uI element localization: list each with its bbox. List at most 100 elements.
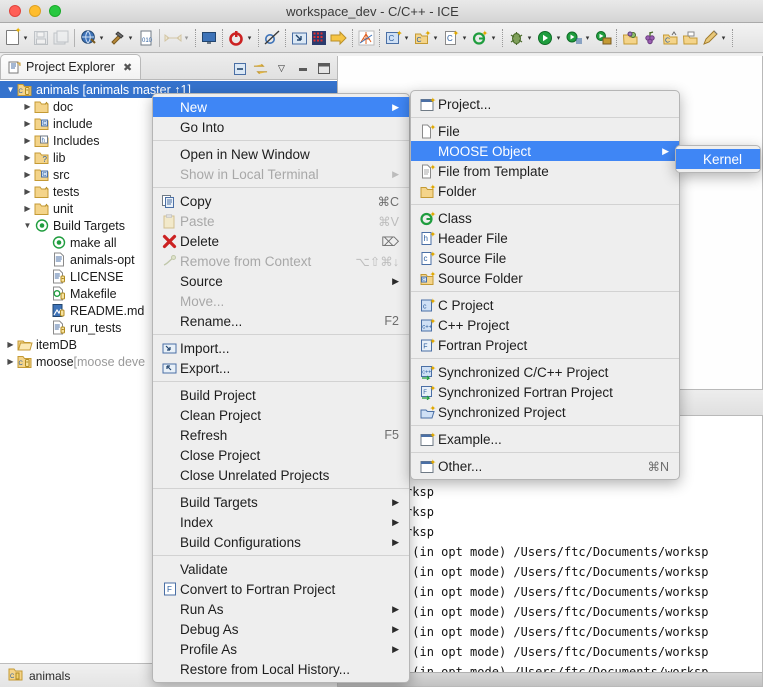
menu-item[interactable]: ✦ Class: [411, 208, 679, 228]
twisty-collapsed-icon[interactable]: ▶: [4, 357, 17, 366]
run-last-button[interactable]: ▾: [564, 26, 593, 50]
link-with-editor-icon[interactable]: [253, 61, 268, 76]
search-pencil-button[interactable]: ▾: [700, 26, 729, 50]
new-submenu[interactable]: ✦ Project... ✦ File MOOSE Object ▶ ✦ File from …: [410, 90, 680, 480]
menu-item[interactable]: Export...: [153, 358, 409, 378]
grid-button[interactable]: [309, 26, 329, 50]
twisty-collapsed-icon[interactable]: ▶: [4, 340, 17, 349]
perspective-grape-button[interactable]: [640, 26, 660, 50]
menu-item[interactable]: Index ▶: [153, 512, 409, 532]
import-marker-button[interactable]: [289, 26, 309, 50]
menu-item[interactable]: c++ ✦ C++ Project: [411, 315, 679, 335]
project-context-menu[interactable]: New ▶ Go Into Open in New Window Show in Loc…: [152, 93, 410, 683]
twisty-collapsed-icon[interactable]: ▶: [21, 136, 34, 145]
binary-doc-button[interactable]: 010: [136, 26, 156, 50]
chevron-down-icon[interactable]: ▾: [182, 29, 191, 47]
menu-item[interactable]: Paste ⌘V: [153, 211, 409, 231]
menu-item[interactable]: ✦ Other... ⌘N: [411, 456, 679, 476]
twisty-collapsed-icon[interactable]: ▶: [21, 119, 34, 128]
menu-item[interactable]: ✦ Synchronized Project: [411, 402, 679, 422]
menu-item[interactable]: c ✦ C Project: [411, 295, 679, 315]
menu-item[interactable]: ✦ Example...: [411, 429, 679, 449]
view-menu-icon[interactable]: ▽: [274, 61, 289, 76]
menu-item[interactable]: Copy ⌘C: [153, 191, 409, 211]
menu-item[interactable]: Close Project: [153, 445, 409, 465]
menu-item[interactable]: c ✦ Source Folder: [411, 268, 679, 288]
menu-item[interactable]: ✦ File: [411, 121, 679, 141]
twisty-expanded-icon[interactable]: ▼: [21, 221, 34, 230]
toggle-marker-button[interactable]: ▾: [163, 26, 192, 50]
menu-item[interactable]: ✦ File from Template: [411, 161, 679, 181]
menu-item[interactable]: MOOSE Object ▶: [411, 141, 679, 161]
menu-item[interactable]: Run As ▶: [153, 599, 409, 619]
menu-item[interactable]: Kernel: [676, 149, 760, 169]
twisty-collapsed-icon[interactable]: ▶: [21, 102, 34, 111]
perspective-c-button[interactable]: C: [660, 26, 680, 50]
twisty-collapsed-icon[interactable]: ▶: [21, 204, 34, 213]
menu-item[interactable]: Validate: [153, 559, 409, 579]
new-c-folder-button[interactable]: C ✦ ▾: [412, 26, 441, 50]
menu-item[interactable]: Build Project: [153, 385, 409, 405]
menu-item[interactable]: Go Into: [153, 117, 409, 137]
external-tools-button[interactable]: [593, 26, 613, 50]
new-wizard-button[interactable]: ▾: [2, 26, 31, 50]
chevron-down-icon[interactable]: ▾: [126, 29, 135, 47]
twisty-expanded-icon[interactable]: ▼: [4, 85, 17, 94]
menu-item[interactable]: F Convert to Fortran Project: [153, 579, 409, 599]
run-button[interactable]: ▾: [535, 26, 564, 50]
menu-item[interactable]: New ▶: [153, 97, 409, 117]
menu-item[interactable]: ✦ Project...: [411, 94, 679, 114]
menu-item[interactable]: Close Unrelated Projects: [153, 465, 409, 485]
twisty-collapsed-icon[interactable]: ▶: [21, 170, 34, 179]
menu-item[interactable]: Build Configurations ▶: [153, 532, 409, 552]
save-button[interactable]: [31, 26, 51, 50]
chevron-down-icon[interactable]: ▾: [97, 29, 106, 47]
new-class-button[interactable]: ✦ ▾: [470, 26, 499, 50]
save-all-button[interactable]: [51, 26, 71, 50]
skip-breakpoints-button[interactable]: ▾: [226, 26, 255, 50]
chevron-down-icon[interactable]: ▾: [583, 29, 592, 47]
menu-item[interactable]: Import...: [153, 338, 409, 358]
chevron-down-icon[interactable]: ▾: [21, 29, 30, 47]
new-c-file-button[interactable]: C ✦ ▾: [441, 26, 470, 50]
collapse-all-icon[interactable]: [232, 61, 247, 76]
build-all-button[interactable]: ▾: [78, 26, 107, 50]
chevron-down-icon[interactable]: ▾: [489, 29, 498, 47]
menu-item[interactable]: Move...: [153, 291, 409, 311]
twisty-collapsed-icon[interactable]: ▶: [21, 153, 34, 162]
chevron-down-icon[interactable]: ▾: [525, 29, 534, 47]
tab-project-explorer[interactable]: Project Explorer ✖: [0, 54, 142, 79]
menu-item[interactable]: h ✦ Header File: [411, 228, 679, 248]
main-toolbar[interactable]: ▾ ▾ ▾ 010: [0, 23, 763, 53]
debug-button[interactable]: ▾: [506, 26, 535, 50]
menu-item[interactable]: Refresh F5: [153, 425, 409, 445]
minimize-icon[interactable]: [295, 61, 310, 76]
moose-object-submenu[interactable]: Kernel: [675, 145, 761, 173]
chevron-down-icon[interactable]: ▾: [402, 29, 411, 47]
new-c-project-button[interactable]: C✦ ▾: [383, 26, 412, 50]
chevron-down-icon[interactable]: ▾: [554, 29, 563, 47]
chevron-down-icon[interactable]: ▾: [431, 29, 440, 47]
disable-breakpoint-button[interactable]: [262, 26, 282, 50]
menu-item[interactable]: Restore from Local History...: [153, 659, 409, 679]
menu-item[interactable]: Build Targets ▶: [153, 492, 409, 512]
next-annotation-button[interactable]: [329, 26, 349, 50]
build-button[interactable]: ▾: [107, 26, 136, 50]
perspective-box-button[interactable]: [680, 26, 700, 50]
menu-item[interactable]: F ✦ Synchronized Fortran Project: [411, 382, 679, 402]
menu-item[interactable]: Clean Project: [153, 405, 409, 425]
open-perspective-button[interactable]: [620, 26, 640, 50]
chevron-down-icon[interactable]: ▾: [460, 29, 469, 47]
menu-item[interactable]: ✦ Folder: [411, 181, 679, 201]
menu-item[interactable]: Show in Local Terminal ▶: [153, 164, 409, 184]
menu-item[interactable]: Source ▶: [153, 271, 409, 291]
menu-item[interactable]: F ✦ Fortran Project: [411, 335, 679, 355]
close-icon[interactable]: ✖: [123, 61, 132, 74]
menu-item[interactable]: Debug As ▶: [153, 619, 409, 639]
menu-item[interactable]: Delete ⌦: [153, 231, 409, 251]
menu-item[interactable]: Remove from Context ⌥⇧⌘↓: [153, 251, 409, 271]
menu-item[interactable]: c++ ✦ Synchronized C/C++ Project: [411, 362, 679, 382]
twisty-collapsed-icon[interactable]: ▶: [21, 187, 34, 196]
menu-item[interactable]: Rename... F2: [153, 311, 409, 331]
menu-item[interactable]: Open in New Window: [153, 144, 409, 164]
